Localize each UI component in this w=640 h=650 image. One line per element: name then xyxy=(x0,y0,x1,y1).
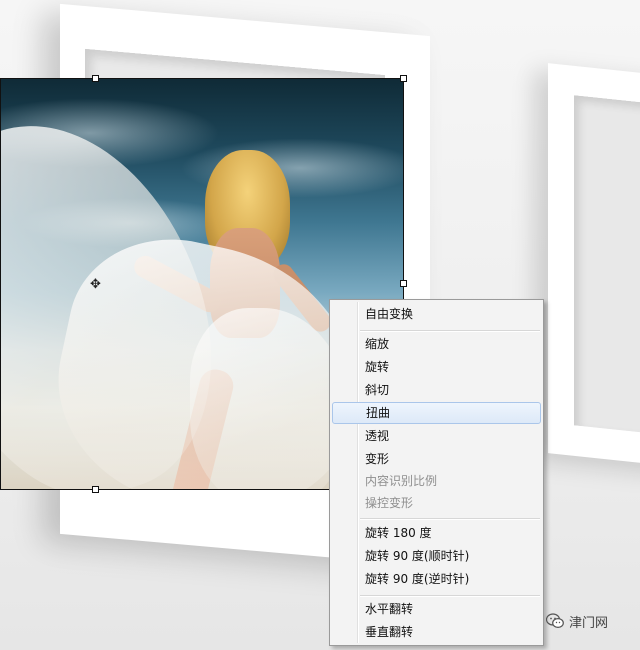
menu-item-perspective[interactable]: 透视 xyxy=(332,425,541,447)
menu-separator xyxy=(360,595,540,597)
wall-picture-frame-right-inset xyxy=(574,95,640,435)
transform-handle-top-right[interactable] xyxy=(400,75,407,82)
transform-handle-bottom[interactable] xyxy=(92,486,99,493)
menu-item-skew[interactable]: 斜切 xyxy=(332,379,541,401)
menu-item-distort[interactable]: 扭曲 xyxy=(332,402,541,424)
menu-separator xyxy=(360,518,540,520)
watermark: 津门网 xyxy=(546,612,609,631)
menu-item-puppet-warp: 操控变形 xyxy=(365,496,414,510)
menu-item-scale[interactable]: 缩放 xyxy=(332,333,541,355)
menu-separator xyxy=(360,330,540,332)
menu-item-rotate-90-cw[interactable]: 旋转 90 度(顺时针) xyxy=(332,545,541,567)
watermark-text: 津门网 xyxy=(569,615,609,631)
menu-item-content-aware-scale: 内容识别比例 xyxy=(365,474,438,488)
menu-item-rotate-90-ccw[interactable]: 旋转 90 度(逆时针) xyxy=(332,568,541,590)
transform-handle-right[interactable] xyxy=(400,280,407,287)
transform-handle-top[interactable] xyxy=(92,75,99,82)
menu-item-flip-horizontal[interactable]: 水平翻转 xyxy=(332,598,541,620)
menu-item-flip-vertical[interactable]: 垂直翻转 xyxy=(332,621,541,643)
transform-context-menu: 自由变换 缩放 旋转 斜切 扭曲 透视 变形 内容识别比例 操控变形 旋转 18… xyxy=(329,299,544,646)
menu-item-free-transform[interactable]: 自由变换 xyxy=(332,303,541,325)
menu-item-rotate-180[interactable]: 旋转 180 度 xyxy=(332,522,541,544)
transform-reference-point-icon[interactable]: ✥ xyxy=(89,278,102,291)
menu-item-warp[interactable]: 变形 xyxy=(332,448,541,470)
wechat-icon xyxy=(546,613,564,629)
menu-item-rotate[interactable]: 旋转 xyxy=(332,356,541,378)
